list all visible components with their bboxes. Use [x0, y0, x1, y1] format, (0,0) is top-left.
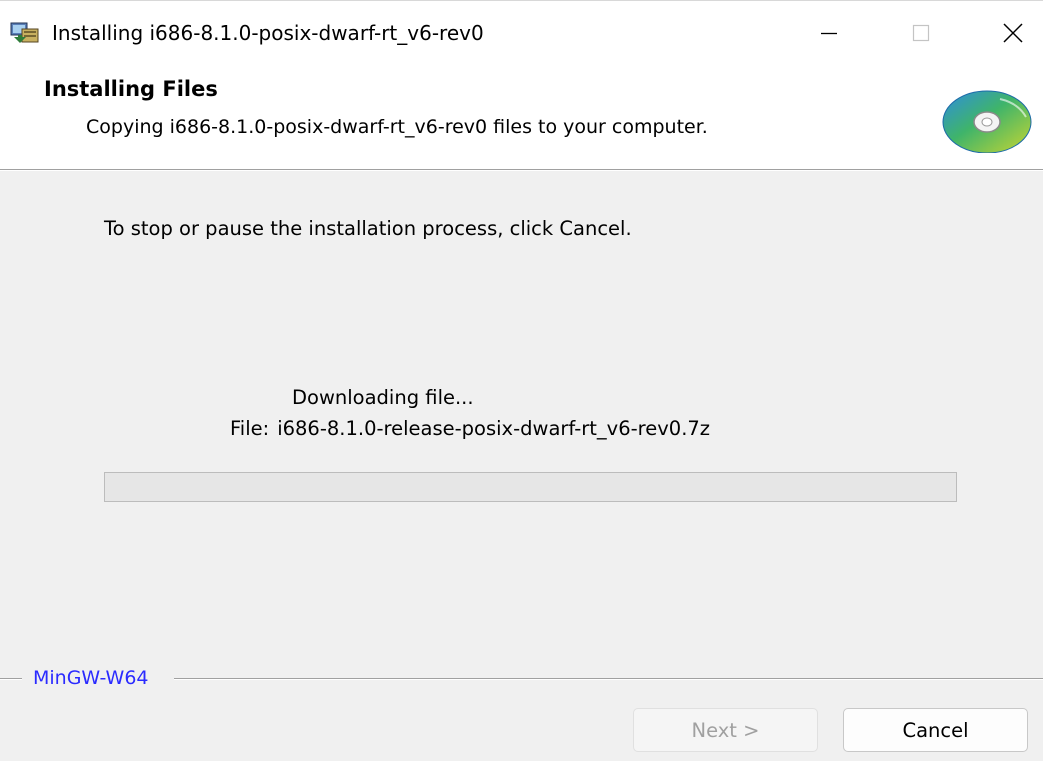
- page-subtitle: Copying i686-8.1.0-posix-dwarf-rt_v6-rev…: [86, 116, 708, 138]
- download-progress-bar: [104, 472, 957, 502]
- next-button[interactable]: Next >: [633, 708, 818, 752]
- installer-app-icon: [10, 22, 39, 43]
- cancel-instruction: To stop or pause the installation proces…: [104, 217, 632, 240]
- file-label: File:: [230, 417, 270, 440]
- installer-window: Installing i686-8.1.0-posix-dwarf-rt_v6-…: [0, 0, 1043, 761]
- title-bar[interactable]: Installing i686-8.1.0-posix-dwarf-rt_v6-…: [0, 1, 1043, 65]
- close-button[interactable]: [981, 1, 1043, 65]
- brand-label: MinGW-W64: [33, 667, 149, 689]
- brand-divider-left: [0, 678, 22, 680]
- window-title: Installing i686-8.1.0-posix-dwarf-rt_v6-…: [52, 21, 484, 45]
- cd-disc-icon: [942, 90, 1032, 153]
- maximize-icon: [912, 24, 930, 42]
- download-status: Downloading file...: [292, 386, 474, 409]
- file-info: File: i686-8.1.0-release-posix-dwarf-rt_v…: [230, 415, 710, 443]
- minimize-icon: [821, 32, 837, 35]
- page-title: Installing Files: [44, 77, 218, 101]
- cancel-button[interactable]: Cancel: [843, 708, 1028, 752]
- maximize-button: [889, 1, 953, 65]
- header-separator: [0, 169, 1043, 171]
- close-icon: [1003, 23, 1023, 43]
- file-name: i686-8.1.0-release-posix-dwarf-rt_v6-rev…: [277, 417, 711, 440]
- minimize-button[interactable]: [797, 1, 861, 65]
- brand-divider-right: [174, 678, 1043, 680]
- installer-header: Installing Files Copying i686-8.1.0-posi…: [0, 65, 1043, 169]
